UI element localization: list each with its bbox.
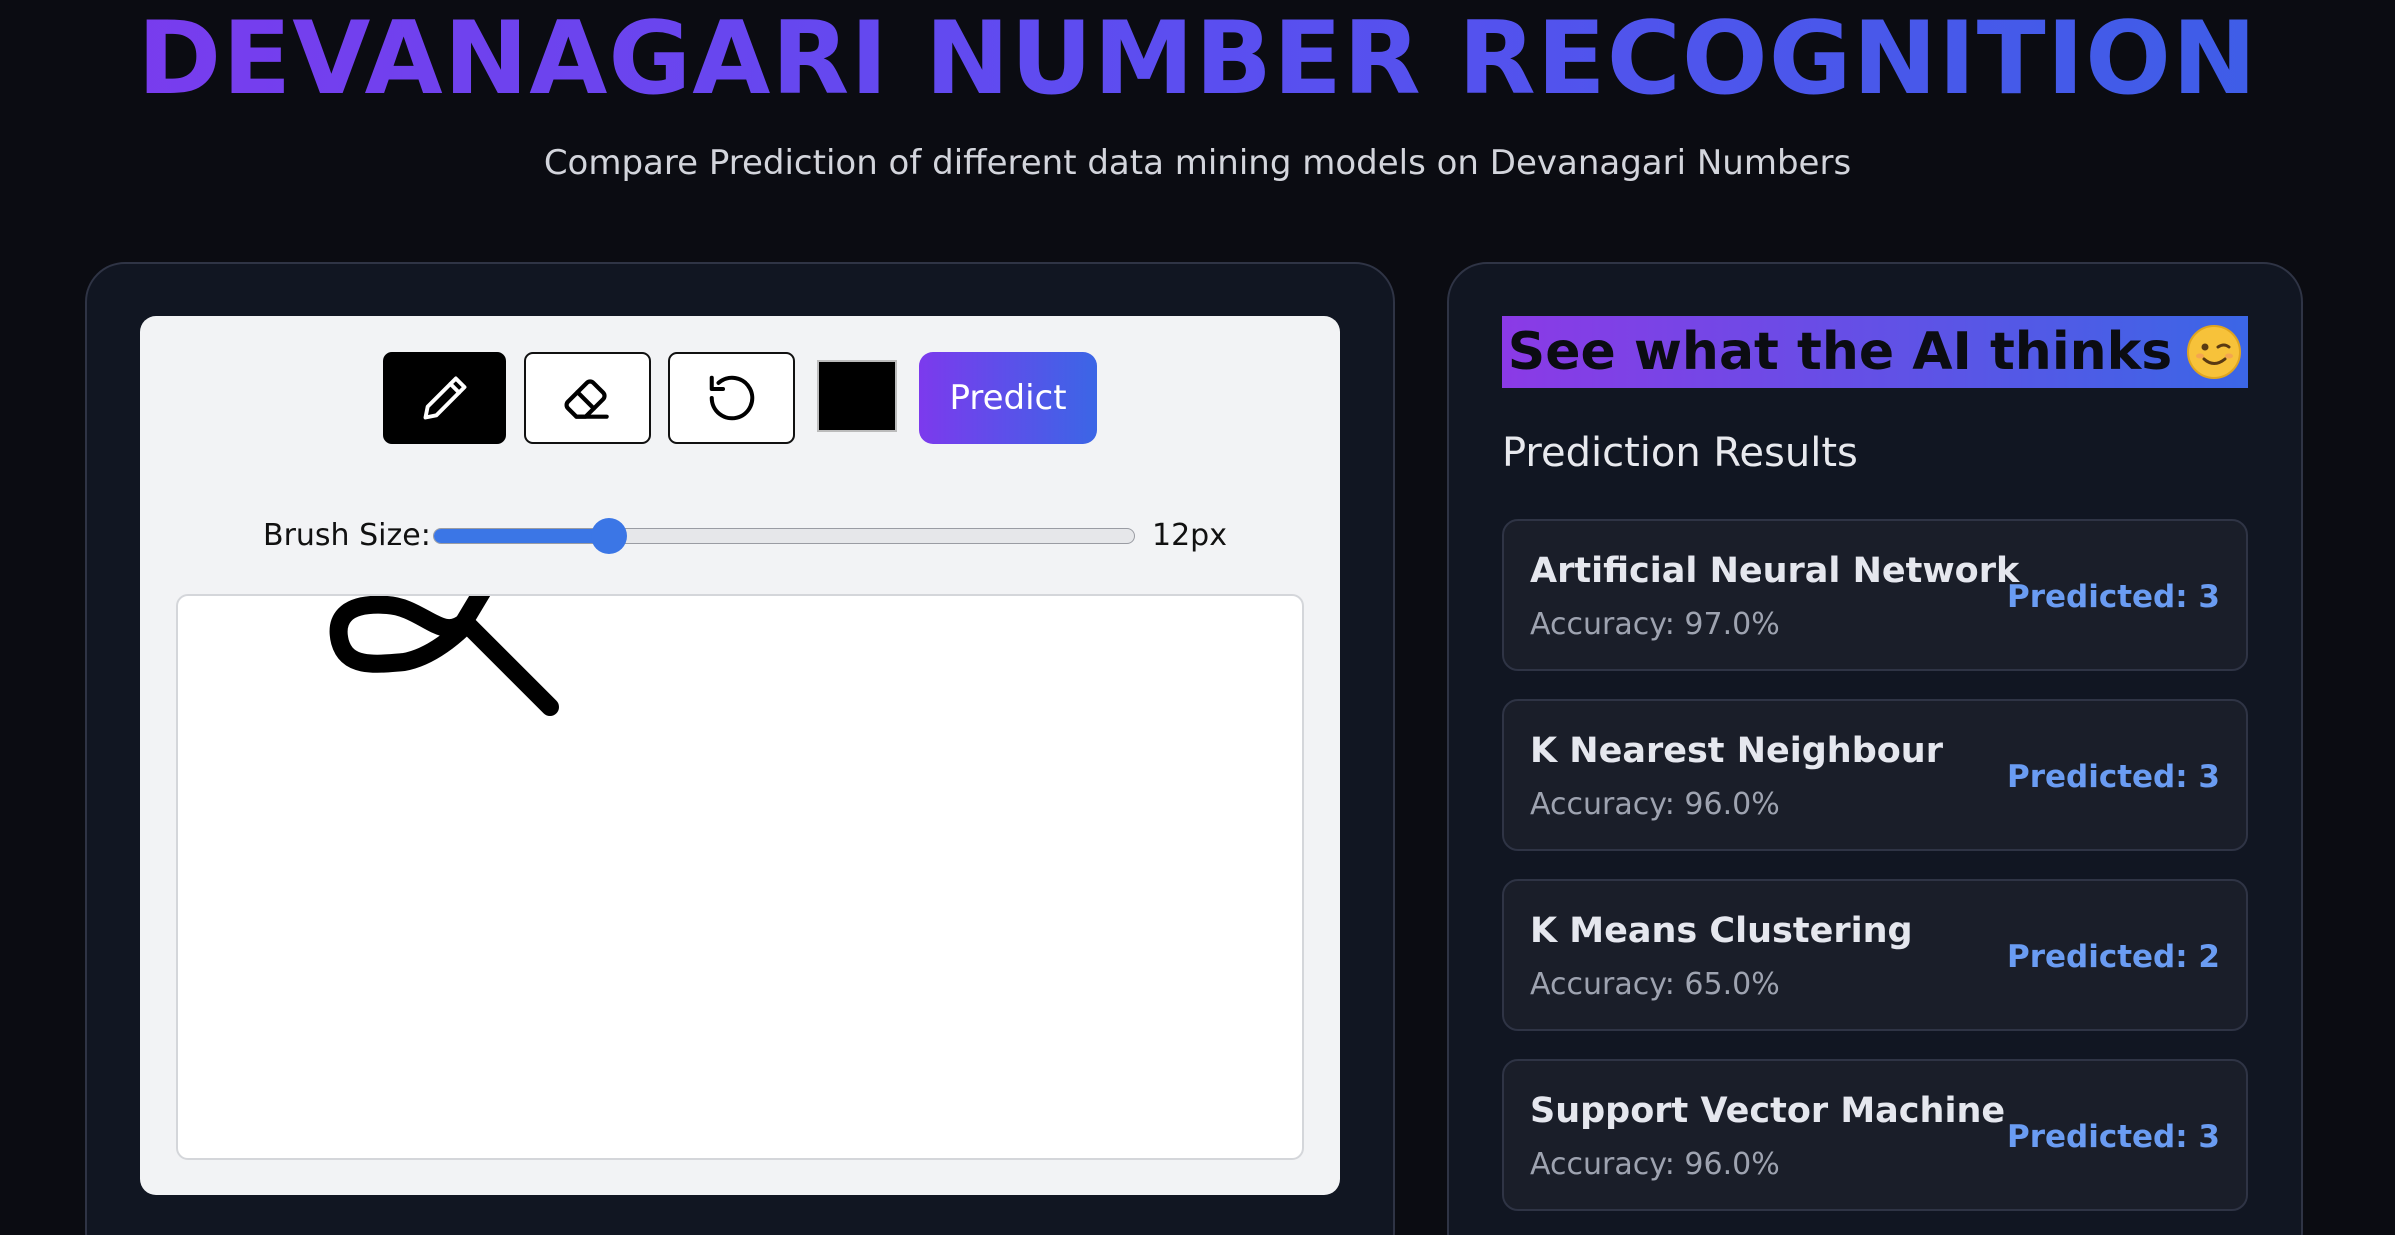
model-name: Artificial Neural Network [1530, 551, 2020, 591]
brush-size-thumb[interactable] [591, 518, 627, 554]
model-prediction: Predicted: 3 [2006, 1119, 2220, 1155]
brush-size-slider[interactable] [433, 518, 1135, 554]
model-accuracy: Accuracy: 97.0% [1530, 607, 1780, 642]
eraser-tool-button[interactable] [524, 352, 651, 444]
model-accuracy: Accuracy: 65.0% [1530, 967, 1780, 1002]
model-accuracy: Accuracy: 96.0% [1530, 787, 1780, 822]
pencil-icon [423, 376, 466, 420]
brush-size-label: Brush Size: [263, 518, 431, 553]
brush-size-value: 12px [1152, 518, 1227, 553]
result-card-ann: Artificial Neural Network Accuracy: 97.0… [1502, 519, 2248, 671]
eraser-icon [564, 379, 609, 419]
ai-banner-text: See what the AI thinks [1507, 322, 2173, 382]
brush-size-fill [434, 529, 609, 543]
result-card-svm: Support Vector Machine Accuracy: 96.0% P… [1502, 1059, 2248, 1211]
model-name: Support Vector Machine [1530, 1091, 2006, 1131]
app-root: DEVANAGARI NUMBER RECOGNITION Compare Pr… [0, 0, 2395, 1235]
brush-color-picker[interactable] [817, 360, 897, 432]
model-prediction: Predicted: 3 [2006, 759, 2220, 795]
model-name: K Means Clustering [1530, 911, 1913, 951]
model-name: K Nearest Neighbour [1530, 731, 1943, 771]
page-subtitle: Compare Prediction of different data min… [543, 143, 1852, 183]
model-prediction: Predicted: 3 [2006, 579, 2220, 615]
pencil-tool-button[interactable] [383, 352, 506, 444]
reset-canvas-button[interactable] [668, 352, 795, 444]
model-prediction: Predicted: 2 [2006, 939, 2220, 975]
ai-banner: See what the AI thinks [1502, 316, 2248, 388]
predict-button[interactable]: Predict [919, 352, 1097, 444]
prediction-results-heading: Prediction Results [1502, 430, 1858, 476]
reset-icon [709, 375, 754, 421]
result-card-kmeans: K Means Clustering Accuracy: 65.0% Predi… [1502, 879, 2248, 1031]
model-accuracy: Accuracy: 96.0% [1530, 1147, 1780, 1182]
winking-face-icon [2187, 325, 2242, 379]
result-card-knn: K Nearest Neighbour Accuracy: 96.0% Pred… [1502, 699, 2248, 851]
drawn-digit-stroke [329, 596, 559, 716]
drawing-canvas[interactable] [176, 594, 1304, 1160]
page-title: DEVANAGARI NUMBER RECOGNITION [0, 8, 2395, 109]
